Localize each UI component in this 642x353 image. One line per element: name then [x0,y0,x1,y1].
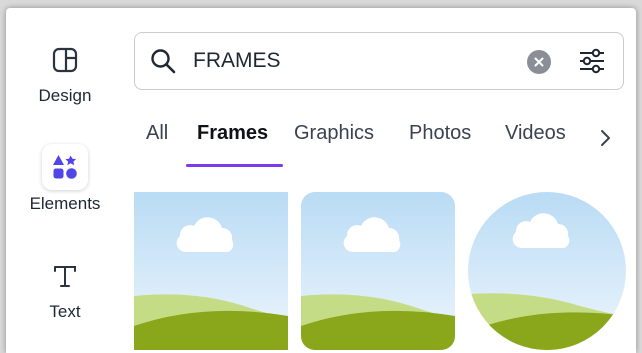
frame-rounded-square[interactable] [301,192,455,350]
elements-panel: Design Elements Text FRAMES All Frames G… [6,8,636,353]
text-icon [43,254,87,298]
active-tab-indicator [186,164,283,167]
tab-all[interactable]: All [146,122,168,145]
search-input[interactable] [193,45,513,77]
tab-photos[interactable]: Photos [409,122,471,145]
search-box [134,32,624,90]
tab-frames[interactable]: Frames [197,122,268,145]
tab-videos[interactable]: Videos [505,122,566,145]
filter-icon[interactable] [577,46,607,76]
rail-item-label: Design [38,86,92,105]
rail-item-text[interactable]: Text [6,254,124,322]
rail-item-design[interactable]: Design [6,38,124,106]
rail-item-label: Elements [29,194,101,213]
layout-icon [43,38,87,82]
frame-circle[interactable] [468,192,626,350]
category-tabs: All Frames Graphics Photos Videos [134,116,634,176]
search-icon [151,49,176,74]
tab-graphics[interactable]: Graphics [294,122,374,145]
close-icon [534,57,544,67]
frame-square[interactable] [134,192,288,350]
shapes-icon [42,144,88,190]
clear-search-button[interactable] [527,50,551,74]
rail-item-elements[interactable]: Elements [6,144,124,214]
chevron-right-icon[interactable] [596,126,616,150]
side-rail: Design Elements Text [6,8,124,353]
rail-item-label: Text [49,302,81,321]
